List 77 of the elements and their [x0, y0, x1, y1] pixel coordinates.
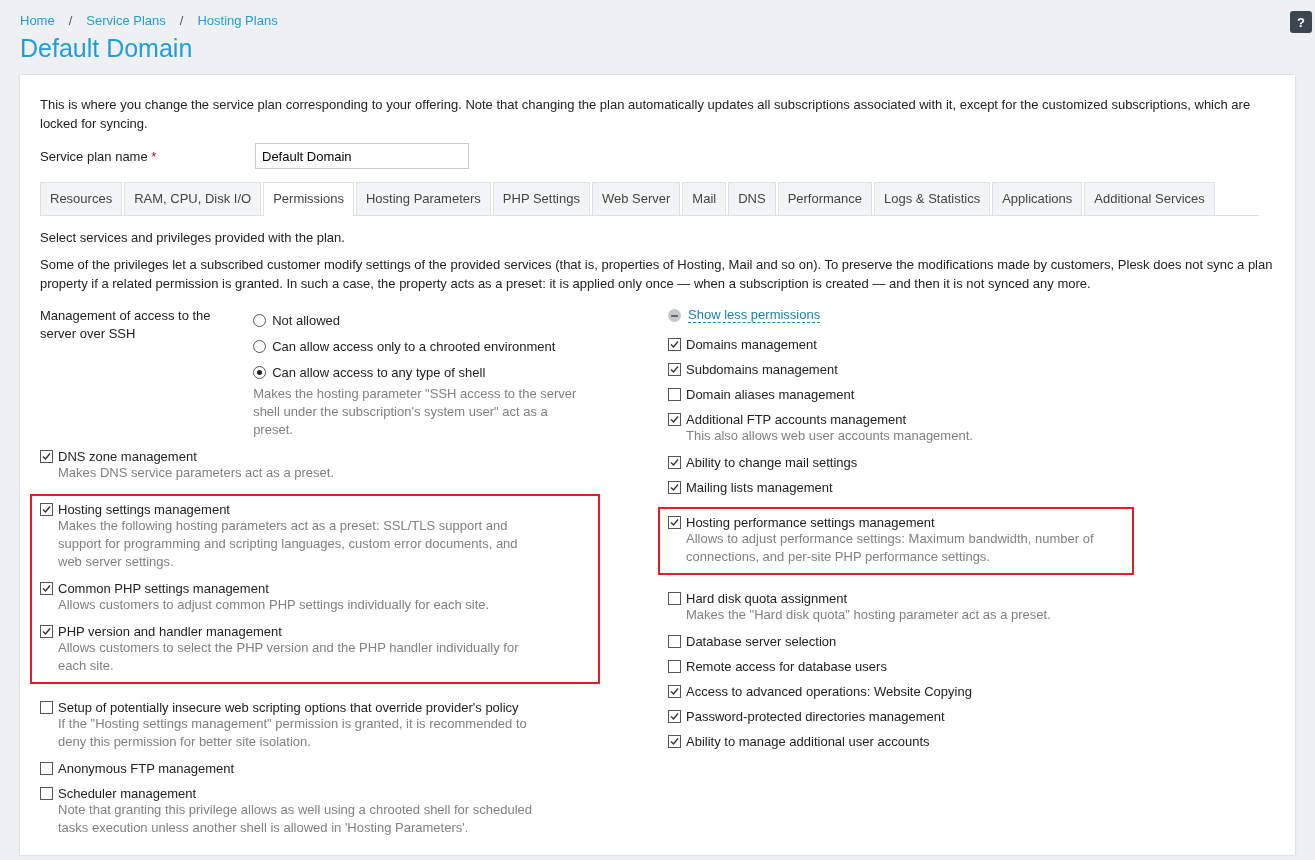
checkbox-label[interactable]: Domains management: [686, 337, 817, 352]
show-less-link[interactable]: Show less permissions: [688, 307, 821, 323]
tab[interactable]: Performance: [777, 182, 873, 215]
checkbox[interactable]: [40, 450, 53, 463]
checkbox-label[interactable]: Scheduler management: [58, 786, 197, 801]
checkbox[interactable]: [40, 503, 53, 516]
breadcrumb-separator: /: [179, 13, 184, 28]
tab[interactable]: PHP Settings: [492, 182, 590, 215]
checkbox[interactable]: [668, 388, 681, 401]
hint-text: Allows customers to select the PHP version and the PHP handler individually for each site.: [58, 639, 520, 675]
checkbox-label[interactable]: Anonymous FTP management: [58, 761, 235, 776]
checkbox[interactable]: [40, 625, 53, 638]
tab[interactable]: DNS: [728, 182, 776, 215]
hint-text: Makes DNS service parameters act as a preset.: [58, 464, 335, 482]
checkbox[interactable]: [668, 735, 681, 748]
checkbox-label[interactable]: Database server selection: [686, 634, 837, 649]
checkbox-label[interactable]: Ability to manage additional user accounts: [686, 734, 930, 749]
checkbox[interactable]: [668, 456, 681, 469]
tab[interactable]: Resources: [40, 182, 123, 215]
plan-name-field[interactable]: Default Domain: [255, 143, 469, 169]
checkbox[interactable]: [668, 660, 681, 673]
tab[interactable]: Web Server: [591, 182, 681, 215]
checkbox[interactable]: [668, 635, 681, 648]
tab[interactable]: Mail: [682, 182, 727, 215]
checkbox[interactable]: [40, 582, 53, 595]
tab[interactable]: Hosting Parameters: [355, 182, 491, 215]
checkbox[interactable]: [40, 762, 53, 775]
hint-text: Makes the following hosting parameters act as a preset: SSL/TLS support and support for programming and scripting languages, custom error documents, and web server settings.: [58, 517, 519, 571]
tab[interactable]: Applications: [992, 182, 1083, 215]
help-button[interactable]: ?: [1290, 11, 1312, 33]
collapse-icon[interactable]: [668, 308, 681, 322]
checkbox[interactable]: [668, 516, 681, 529]
checkbox[interactable]: [668, 685, 681, 698]
checkbox[interactable]: [668, 338, 681, 351]
checkbox-label[interactable]: Ability to change mail settings: [686, 455, 858, 470]
tab[interactable]: Permissions: [263, 182, 354, 216]
radio-label[interactable]: Can allow access to any type of shell: [272, 364, 486, 380]
tab[interactable]: Logs & Statistics: [874, 182, 991, 215]
checkbox-label[interactable]: Password-protected directories management: [686, 709, 945, 724]
hint-text: Makes the "Hard disk quota" hosting parameter act as a preset.: [686, 606, 1052, 624]
checkbox-label[interactable]: Remote access for database users: [686, 659, 887, 674]
checkbox[interactable]: [668, 413, 681, 426]
checkbox[interactable]: [40, 787, 53, 800]
checkbox-label[interactable]: Additional FTP accounts management: [686, 412, 907, 427]
tab[interactable]: Additional Services: [1084, 182, 1215, 215]
note-text: Some of the privileges let a subscribed customer modify settings of the provided services (that is, properties of Hosting, Mail and so on). To preserve the modifications made by customers, Plesk does not sync a plan property if a related permission is granted. In such a case, the property acts as a preset: it is applied only once — when a subscription is created — and then it is not synced any more.: [40, 256, 1274, 293]
ssh-label: Management of access to the server over SSH: [40, 307, 212, 343]
checkbox-label[interactable]: Domain aliases management: [686, 387, 855, 402]
checkbox[interactable]: [668, 481, 681, 494]
hint-text: This also allows web user accounts management.: [686, 427, 974, 445]
checkbox-label[interactable]: Subdomains management: [686, 362, 838, 377]
checkbox-label[interactable]: Setup of potentially insecure web scripting options that override provider's policy: [58, 700, 519, 715]
checkbox[interactable]: [40, 701, 53, 714]
checkbox-label[interactable]: Access to advanced operations: Website Copying: [686, 684, 972, 699]
tab[interactable]: RAM, CPU, Disk I/O: [124, 182, 262, 215]
checkbox-label[interactable]: Hard disk quota assignment: [686, 591, 848, 606]
radio-label[interactable]: Not allowed: [272, 312, 341, 328]
radio-label[interactable]: Can allow access only to a chrooted environment: [272, 338, 556, 354]
lead-text: Select services and privileges provided with the plan.: [40, 230, 346, 245]
checkbox-label[interactable]: Hosting performance settings management: [686, 515, 935, 530]
breadcrumb-separator: /: [68, 13, 73, 28]
checkbox-label[interactable]: Mailing lists management: [686, 480, 833, 495]
field-label: Service plan name *: [40, 148, 158, 164]
checkbox[interactable]: [668, 592, 681, 605]
checkbox[interactable]: [668, 710, 681, 723]
intro-text: This is where you change the service plan corresponding to your offering. Note that changing the plan automatically updates all subscriptions associated with it, except for the customized subscriptions, which are locked for syncing.: [40, 96, 1252, 133]
checkbox-label[interactable]: Hosting settings management: [58, 502, 230, 517]
hint-text: If the "Hosting settings management" permission is granted, it is recommended to deny this permission for better site isolation.: [58, 715, 528, 751]
checkbox-label[interactable]: DNS zone management: [58, 449, 197, 464]
page-title: Default Domain: [20, 33, 194, 63]
hint-text: Makes the hosting parameter "SSH access to the server shell under the subscription's system user" act as a preset.: [253, 385, 578, 439]
hint-text: Allows to adjust performance settings: Maximum bandwidth, number of connections, and per-site PHP performance settings.: [686, 530, 1095, 566]
checkbox[interactable]: [668, 363, 681, 376]
hint-text: Allows customers to adjust common PHP settings individually for each site.: [58, 596, 491, 614]
checkbox-label[interactable]: Common PHP settings management: [58, 581, 269, 596]
hint-text: Note that granting this privilege allows as well using a chrooted shell for scheduled tasks execution unless another shell is allowed in 'Hosting Parameters'.: [58, 801, 534, 837]
checkbox-label[interactable]: PHP version and handler management: [58, 624, 282, 639]
